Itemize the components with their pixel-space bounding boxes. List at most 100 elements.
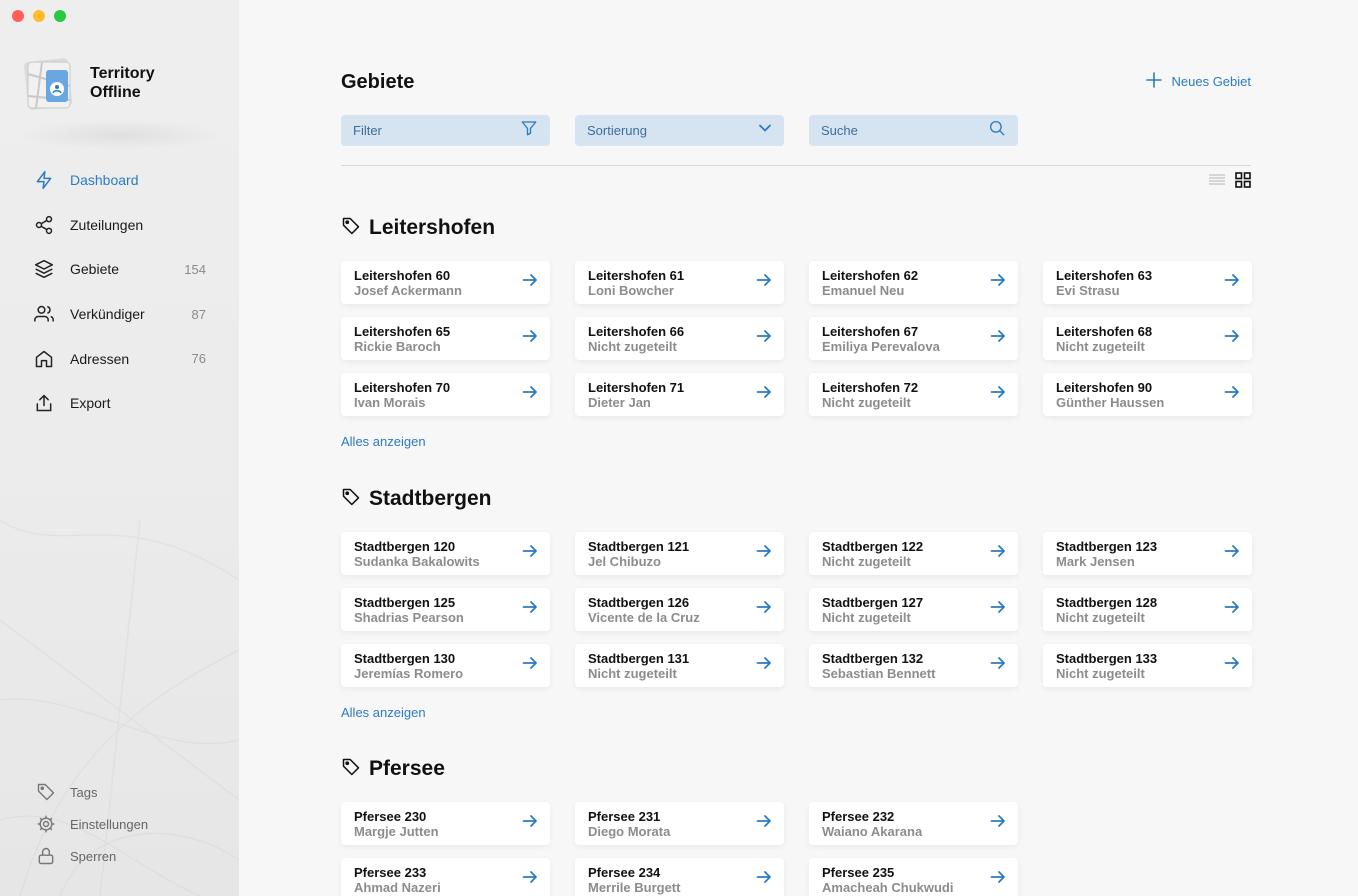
arrow-right-icon[interactable] [1224,328,1240,349]
territory-card[interactable]: Stadtbergen 131 Nicht zugeteilt [575,644,784,687]
arrow-right-icon[interactable] [990,384,1006,405]
sidebar-item-label: Tags [70,784,98,800]
arrow-right-icon[interactable] [990,328,1006,349]
territory-card[interactable]: Stadtbergen 132 Sebastian Bennett [809,644,1018,687]
territory-card[interactable]: Leitershofen 68 Nicht zugeteilt [1043,317,1252,360]
territory-card[interactable]: Pfersee 233 Ahmad Nazeri [341,858,550,896]
arrow-right-icon[interactable] [522,328,538,349]
sidebar-item-verkuendiger[interactable]: Verkündiger 87 [34,292,206,337]
territory-card[interactable]: Stadtbergen 126 Vicente de la Cruz [575,588,784,631]
territory-card[interactable]: Leitershofen 60 Josef Ackermann [341,261,550,304]
sort-dropdown[interactable]: Sortierung [575,115,784,146]
sidebar-item-export[interactable]: Export [34,381,206,426]
arrow-right-icon[interactable] [756,272,772,293]
territory-name: Stadtbergen 120 [354,538,456,554]
territory-card[interactable]: Stadtbergen 128 Nicht zugeteilt [1043,588,1252,631]
territory-name: Leitershofen 67 [822,323,919,339]
territory-card[interactable]: Leitershofen 63 Evi Strasu [1043,261,1252,304]
territory-card[interactable]: Stadtbergen 123 Mark Jensen [1043,532,1252,575]
territory-card[interactable]: Pfersee 230 Margje Jutten [341,802,550,845]
arrow-right-icon[interactable] [990,599,1006,620]
arrow-right-icon[interactable] [756,543,772,564]
sidebar-item-einstellungen[interactable]: Einstellungen [36,808,206,840]
territory-assignee: Ivan Morais [354,394,426,410]
arrow-right-icon[interactable] [756,655,772,676]
territory-card[interactable]: Stadtbergen 121 Jel Chibuzo [575,532,784,575]
arrow-right-icon[interactable] [522,869,538,890]
territory-card[interactable]: Stadtbergen 127 Nicht zugeteilt [809,588,1018,631]
territory-assignee: Nicht zugeteilt [822,609,911,625]
territory-card[interactable]: Pfersee 231 Diego Morata [575,802,784,845]
arrow-right-icon[interactable] [1224,543,1240,564]
main-content: Gebiete Neues Gebiet Filter Sortierung S… [239,0,1358,896]
territory-name: Leitershofen 71 [588,379,685,395]
territory-card[interactable]: Pfersee 235 Amacheah Chukwudi [809,858,1018,896]
territory-card[interactable]: Leitershofen 72 Nicht zugeteilt [809,373,1018,416]
arrow-right-icon[interactable] [522,384,538,405]
arrow-right-icon[interactable] [522,272,538,293]
show-all-link[interactable]: Alles anzeigen [341,434,426,449]
territory-card-text: Leitershofen 68 Nicht zugeteilt [1056,324,1152,354]
territory-name: Leitershofen 62 [822,267,919,283]
territory-card-text: Stadtbergen 123 Mark Jensen [1056,539,1157,569]
territory-card[interactable]: Leitershofen 66 Nicht zugeteilt [575,317,784,360]
territory-assignee: Vicente de la Cruz [588,609,700,625]
arrow-right-icon[interactable] [1224,272,1240,293]
close-window-button[interactable] [12,10,24,22]
territory-card[interactable]: Leitershofen 90 Günther Haussen [1043,373,1252,416]
sidebar-item-dashboard[interactable]: Dashboard [34,158,206,203]
arrow-right-icon[interactable] [756,599,772,620]
arrow-right-icon[interactable] [990,655,1006,676]
arrow-right-icon[interactable] [522,543,538,564]
sidebar-item-adressen[interactable]: Adressen 76 [34,336,206,381]
filter-button[interactable]: Filter [341,115,550,146]
territory-card[interactable]: Stadtbergen 133 Nicht zugeteilt [1043,644,1252,687]
territory-card[interactable]: Leitershofen 67 Emiliya Perevalova [809,317,1018,360]
arrow-right-icon[interactable] [756,869,772,890]
arrow-right-icon[interactable] [1224,599,1240,620]
territory-card[interactable]: Stadtbergen 125 Shadrias Pearson [341,588,550,631]
zoom-window-button[interactable] [54,10,66,22]
territory-card[interactable]: Leitershofen 70 Ivan Morais [341,373,550,416]
grid-view-icon[interactable] [1235,172,1251,193]
arrow-right-icon[interactable] [522,655,538,676]
show-all-link[interactable]: Alles anzeigen [341,705,426,720]
territory-card[interactable]: Stadtbergen 120 Sudanka Bakalowits [341,532,550,575]
territory-card-text: Stadtbergen 133 Nicht zugeteilt [1056,651,1157,681]
arrow-right-icon[interactable] [990,813,1006,834]
territory-card[interactable]: Leitershofen 61 Loni Bowcher [575,261,784,304]
arrow-right-icon[interactable] [1224,655,1240,676]
arrow-right-icon[interactable] [522,813,538,834]
arrow-right-icon[interactable] [1224,384,1240,405]
sidebar-item-sperren[interactable]: Sperren [36,840,206,872]
arrow-right-icon[interactable] [522,599,538,620]
territory-card-text: Stadtbergen 120 Sudanka Bakalowits [354,539,480,569]
territory-card[interactable]: Leitershofen 71 Dieter Jan [575,373,784,416]
arrow-right-icon[interactable] [756,328,772,349]
territory-assignee: Shadrias Pearson [354,609,464,625]
sidebar-item-zuteilungen[interactable]: Zuteilungen [34,203,206,248]
territory-card[interactable]: Leitershofen 65 Rickie Baroch [341,317,550,360]
arrow-right-icon[interactable] [990,272,1006,293]
arrow-right-icon[interactable] [756,384,772,405]
sidebar-item-tags[interactable]: Tags [36,776,206,808]
territory-assignee: Mark Jensen [1056,553,1135,569]
territory-card[interactable]: Pfersee 234 Merrile Burgett [575,858,784,896]
territory-card[interactable]: Pfersee 232 Waiano Akarana [809,802,1018,845]
territory-card[interactable]: Leitershofen 62 Emanuel Neu [809,261,1018,304]
territory-card[interactable]: Stadtbergen 130 Jeremías Romero [341,644,550,687]
territory-card-text: Leitershofen 72 Nicht zugeteilt [822,380,918,410]
territory-name: Leitershofen 65 [354,323,451,339]
minimize-window-button[interactable] [33,10,45,22]
territory-card[interactable]: Stadtbergen 122 Nicht zugeteilt [809,532,1018,575]
search-input[interactable]: Suche [809,115,1018,146]
sidebar-nav: Dashboard Zuteilungen Gebiete 154 Verkün… [34,158,206,426]
sidebar-item-gebiete[interactable]: Gebiete 154 [34,247,206,292]
list-view-icon[interactable] [1209,173,1225,192]
home-icon [34,348,62,370]
sidebar: Territory Offline Dashboard Zuteilungen … [0,0,239,896]
new-territory-button[interactable]: Neues Gebiet [1145,72,1251,91]
arrow-right-icon[interactable] [990,869,1006,890]
arrow-right-icon[interactable] [990,543,1006,564]
arrow-right-icon[interactable] [756,813,772,834]
